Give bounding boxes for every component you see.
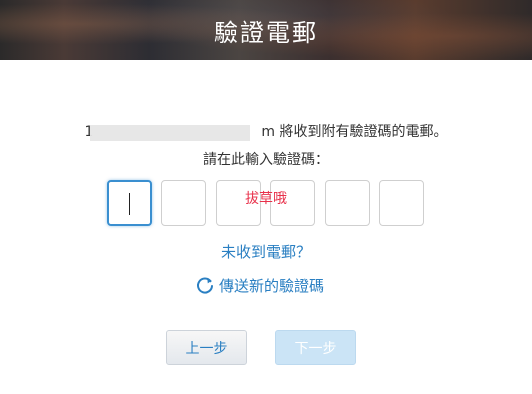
masked-email: 1m — [84, 124, 276, 141]
header-banner: 驗證電郵 — [0, 0, 532, 60]
overlay-text: 拔草哦 — [245, 191, 287, 207]
code-digit-6[interactable] — [379, 180, 424, 226]
email-redaction-mask — [90, 125, 251, 141]
email-visible-end: m — [261, 124, 276, 140]
no-email-link[interactable]: 未收到電郵？ — [0, 241, 532, 262]
text-caret — [129, 193, 130, 215]
email-info-line: 1m 將收到附有驗證碼的電郵。 — [0, 121, 532, 141]
email-message: 將收到附有驗證碼的電郵。 — [275, 124, 448, 140]
previous-step-button[interactable]: 上一步 — [166, 330, 247, 365]
resend-code-link[interactable]: 傳送新的驗證碼 — [195, 274, 324, 296]
code-digit-2[interactable] — [161, 180, 206, 226]
next-step-button[interactable]: 下一步 — [275, 330, 356, 365]
code-digit-5[interactable] — [325, 180, 370, 226]
code-prompt: 請在此輸入驗證碼： — [203, 152, 329, 168]
page-title: 驗證電郵 — [214, 18, 318, 47]
refresh-icon — [197, 277, 213, 294]
resend-label: 傳送新的驗證碼 — [219, 276, 325, 295]
code-digit-1[interactable] — [107, 180, 152, 226]
